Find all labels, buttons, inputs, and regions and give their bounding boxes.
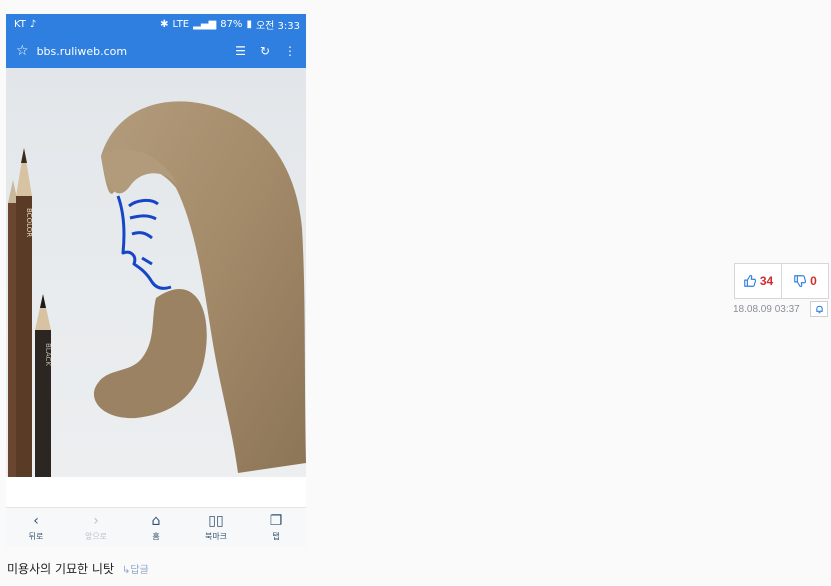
downvote-button[interactable]: 0 — [781, 264, 828, 298]
pencil-text-bottom: BLACK — [44, 343, 52, 366]
downvote-count: 0 — [810, 274, 817, 288]
upvote-button[interactable]: 34 — [735, 264, 781, 298]
chevron-right-icon: › — [93, 513, 99, 529]
hair-drawing-image: BCOLOR BLACK — [6, 68, 306, 477]
nav-tabs-label: 탭 — [272, 532, 280, 541]
battery-label: 87% — [220, 18, 243, 30]
nav-home: ⌂ 홈 — [126, 508, 186, 547]
nav-home-label: 홈 — [152, 532, 160, 541]
pencil-middle: BCOLOR — [16, 148, 33, 477]
chevron-left-icon: ‹ — [33, 513, 39, 529]
bookmark-book-icon: ▯▯ — [208, 513, 224, 529]
reply-link[interactable]: ↳답글 — [122, 561, 149, 576]
drawing-svg: BCOLOR BLACK — [8, 101, 306, 477]
thumbs-up-icon — [743, 275, 756, 287]
reader-icon: ☰ — [235, 44, 246, 58]
upvote-count: 34 — [759, 274, 774, 288]
bluetooth-icon: ✱ — [160, 18, 169, 30]
report-button[interactable] — [810, 301, 828, 317]
refresh-icon: ↻ — [259, 44, 270, 58]
network-label: LTE — [172, 18, 190, 30]
comment-text: 미용사의 기묘한 니탓 — [7, 562, 114, 576]
nav-bookmark: ▯▯ 북마크 — [186, 508, 246, 547]
nav-forward-label: 앞으로 — [84, 532, 108, 541]
home-icon: ⌂ — [151, 513, 161, 529]
nav-bookmark-label: 북마크 — [204, 532, 228, 541]
bookmark-star-icon: ☆ — [16, 43, 29, 59]
url-text: bbs.ruliweb.com — [36, 44, 128, 58]
nav-back: ‹ 뒤로 — [6, 508, 66, 547]
thumbs-down-icon — [794, 275, 807, 287]
tabs-icon: ❐ — [269, 513, 283, 529]
browser-bottom-nav: ‹ 뒤로 › 앞으로 ⌂ 홈 ▯▯ 북마크 ❐ 탭 — [6, 507, 306, 547]
vote-box: 34 0 — [734, 263, 829, 299]
carrier-label: KT — [14, 18, 26, 30]
hair-lower-lock — [93, 288, 207, 419]
pencil-text-mid: BCOLOR — [25, 208, 33, 237]
pencil-right: BLACK — [35, 294, 52, 477]
battery-icon: ▮ — [246, 18, 252, 30]
nav-tabs: ❐ 탭 — [246, 508, 306, 547]
clock-label: 오전 3:33 — [255, 20, 300, 32]
embedded-phone-screenshot: KT ♪ ✱ LTE ▂▄▆ 87% ▮ 오전 3:33 ☆ bbs.ruliw… — [6, 14, 306, 547]
blank-band — [6, 477, 306, 509]
bell-icon — [815, 305, 823, 313]
nav-forward: › 앞으로 — [66, 508, 126, 547]
comment-caption: 미용사의 기묘한 니탓 ↳답글 — [7, 560, 149, 577]
music-icon: ♪ — [29, 18, 37, 30]
browser-url-bar: ☆ bbs.ruliweb.com ☰ ↻ ⋮ — [6, 34, 306, 68]
phone-status-bar: KT ♪ ✱ LTE ▂▄▆ 87% ▮ 오전 3:33 — [6, 14, 306, 34]
blue-face-sketch — [116, 195, 172, 290]
signal-icon: ▂▄▆ — [193, 18, 217, 30]
comment-timestamp: 18.08.09 03:37 — [733, 304, 800, 315]
nav-back-label: 뒤로 — [28, 532, 44, 541]
more-icon: ⋮ — [284, 44, 296, 58]
